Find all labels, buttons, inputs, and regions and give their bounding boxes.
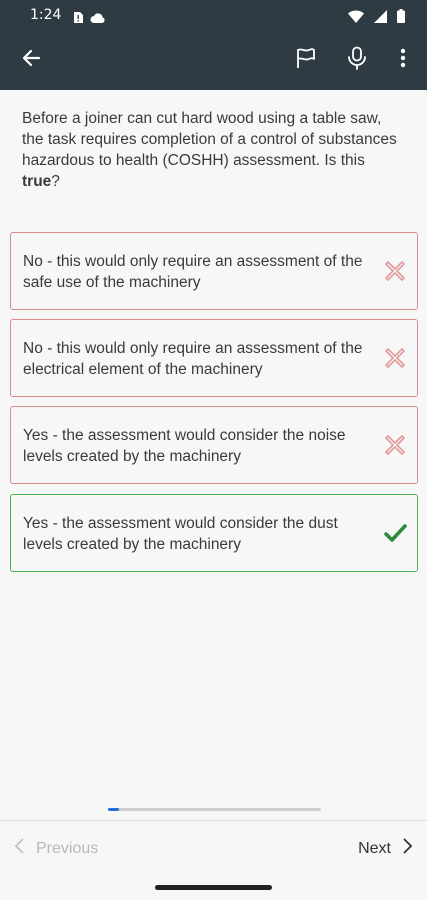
- check-icon: [383, 521, 407, 545]
- bottom-navigation: Previous Next: [0, 820, 427, 876]
- microphone-button[interactable]: [340, 43, 374, 77]
- more-options-button[interactable]: [386, 43, 420, 77]
- answer-text-line1: No - this would only require an assessme…: [23, 340, 363, 357]
- answer-option-2[interactable]: No - this would only require an assessme…: [10, 319, 418, 397]
- next-label: Next: [358, 839, 391, 857]
- cloud-icon: [90, 9, 106, 28]
- home-indicator[interactable]: [155, 885, 272, 890]
- next-button[interactable]: Next: [358, 838, 413, 859]
- answer-text-line2: levels created by the machinery: [23, 536, 241, 553]
- cross-icon: [383, 346, 407, 370]
- previous-label: Previous: [36, 839, 99, 857]
- answer-text-line1: No - this would only require an assessme…: [23, 253, 363, 270]
- cross-icon: [383, 433, 407, 457]
- answer-text-line1: Yes - the assessment would consider the …: [23, 515, 338, 532]
- progress-fill: [108, 808, 119, 811]
- battery-icon: [397, 8, 405, 27]
- status-bar: 1:24: [0, 0, 427, 29]
- gesture-bar: [0, 876, 427, 900]
- answer-text-line2: safe use of the machinery: [23, 274, 201, 291]
- question-emphasis: true: [22, 173, 52, 190]
- back-arrow-icon: [21, 48, 41, 73]
- chevron-right-icon: [403, 838, 413, 859]
- flag-icon: [294, 46, 318, 75]
- answer-text-line2: electrical element of the machinery: [23, 361, 263, 378]
- progress-bar: [108, 808, 321, 811]
- back-button[interactable]: [14, 43, 48, 77]
- status-time: 1:24: [30, 7, 62, 23]
- answer-text-line1: Yes - the assessment would consider the …: [23, 427, 346, 444]
- question-content: Before a joiner can cut hard wood using …: [0, 90, 427, 820]
- answer-option-3[interactable]: Yes - the assessment would consider the …: [10, 406, 418, 484]
- chevron-left-icon: [14, 838, 24, 859]
- sim-alert-icon: [72, 9, 84, 28]
- app-bar: [0, 29, 427, 90]
- answer-text-line2: levels created by the machinery: [23, 448, 241, 465]
- microphone-icon: [346, 46, 368, 75]
- question-text: Before a joiner can cut hard wood using …: [22, 110, 397, 190]
- signal-icon: [374, 8, 387, 27]
- cross-icon: [383, 259, 407, 283]
- previous-button[interactable]: Previous: [14, 838, 98, 859]
- more-vert-icon: [400, 48, 406, 73]
- flag-button[interactable]: [289, 43, 323, 77]
- wifi-icon: [348, 8, 364, 27]
- answer-option-1[interactable]: No - this would only require an assessme…: [10, 232, 418, 310]
- answer-option-4[interactable]: Yes - the assessment would consider the …: [10, 494, 418, 572]
